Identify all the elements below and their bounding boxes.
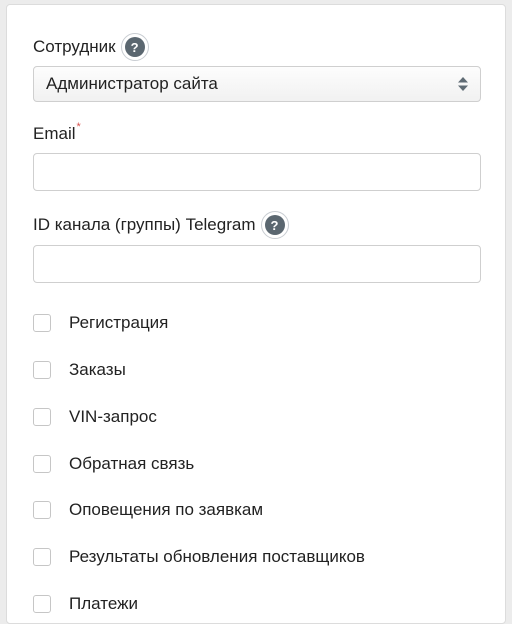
question-circle-icon: ? — [264, 215, 285, 235]
employee-label-row: Сотрудник ? — [33, 33, 149, 61]
checkbox-label: Обратная связь — [69, 454, 195, 473]
employee-select[interactable]: Администратор сайта — [33, 66, 481, 102]
required-mark: * — [76, 121, 81, 133]
telegram-label-row: ID канала (группы) Telegram ? — [33, 211, 289, 239]
checkbox-feedback[interactable]: Обратная связь — [33, 453, 194, 475]
checkbox-supplier-updates[interactable]: Результаты обновления поставщиков — [33, 546, 365, 568]
checkbox-request-alerts[interactable]: Оповещения по заявкам — [33, 499, 263, 521]
checkbox-label: Заказы — [69, 360, 126, 379]
checkbox-label: Оповещения по заявкам — [69, 500, 264, 519]
telegram-help-button[interactable]: ? — [260, 211, 289, 239]
checkbox-box[interactable] — [33, 548, 51, 566]
checkbox-vin-request[interactable]: VIN-запрос — [33, 406, 157, 428]
email-label: Email — [33, 124, 76, 143]
checkbox-box[interactable] — [33, 408, 51, 426]
telegram-id-input[interactable] — [33, 245, 481, 283]
checkbox-box[interactable] — [33, 595, 51, 613]
checkbox-box[interactable] — [33, 455, 51, 473]
sort-arrows-icon — [458, 77, 468, 91]
checkbox-box[interactable] — [33, 314, 51, 332]
checkbox-orders[interactable]: Заказы — [33, 359, 126, 381]
checkbox-box[interactable] — [33, 501, 51, 519]
employee-help-button[interactable]: ? — [120, 33, 149, 61]
employee-select-value: Администратор сайта — [46, 74, 218, 93]
checkbox-label: VIN-запрос — [69, 407, 157, 426]
checkbox-label: Результаты обновления поставщиков — [69, 547, 365, 566]
checkbox-label: Регистрация — [69, 313, 169, 332]
checkbox-label: Платежи — [69, 594, 138, 613]
email-input[interactable] — [33, 153, 481, 191]
checkbox-registration[interactable]: Регистрация — [33, 312, 168, 334]
checkbox-box[interactable] — [33, 361, 51, 379]
notification-settings-card: Сотрудник ? Администратор сайта Email * … — [6, 4, 506, 624]
email-label-row: Email * — [33, 121, 81, 144]
telegram-label: ID канала (группы) Telegram — [33, 215, 256, 234]
checkbox-payments[interactable]: Платежи — [33, 593, 138, 615]
employee-label: Сотрудник — [33, 37, 116, 56]
question-circle-icon: ? — [124, 37, 145, 57]
